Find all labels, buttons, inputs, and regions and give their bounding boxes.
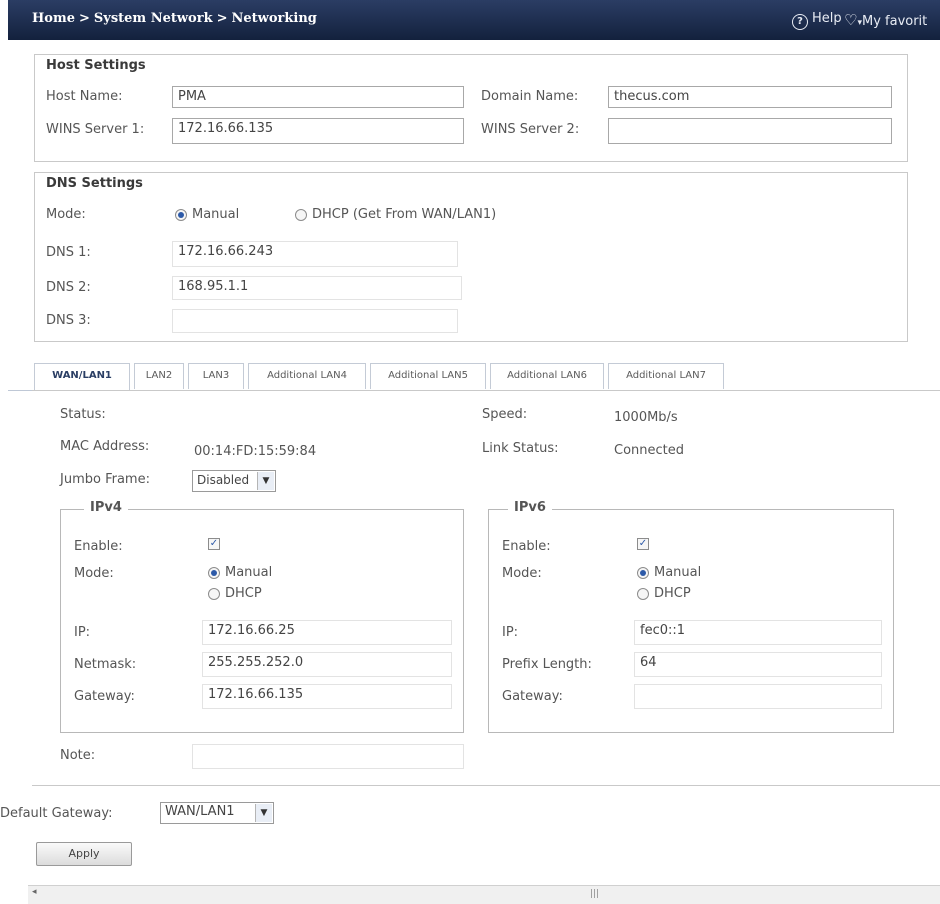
ipv6-mode-dhcp-radio[interactable]: [637, 588, 649, 600]
ipv4-netmask-label: Netmask:: [74, 657, 137, 672]
ipv4-mode-dhcp-radio[interactable]: [208, 588, 220, 600]
host-settings-panel: [34, 54, 908, 162]
speed-label: Speed:: [482, 407, 528, 422]
link-status-label: Link Status:: [482, 441, 559, 456]
domain-name-input[interactable]: thecus.com: [608, 86, 892, 108]
status-label: Status:: [60, 407, 106, 422]
dns-2-label: DNS 2:: [46, 280, 91, 295]
dns-3-input[interactable]: [172, 309, 458, 333]
scrollbar-grip-icon[interactable]: |||: [590, 889, 599, 899]
ipv4-mode-label: Mode:: [74, 566, 114, 581]
breadcrumb-separator: >: [216, 11, 228, 26]
ipv6-ip-label: IP:: [502, 625, 519, 640]
chevron-down-icon[interactable]: ▼: [257, 472, 274, 490]
ipv6-gateway-input[interactable]: [634, 684, 882, 709]
heart-icon: ♡: [844, 11, 858, 29]
dns-3-label: DNS 3:: [46, 313, 91, 328]
dns-2-input[interactable]: 168.95.1.1: [172, 276, 462, 300]
ipv4-mode-manual-label: Manual: [225, 565, 273, 580]
chevron-down-icon[interactable]: ▼: [255, 804, 272, 822]
jumbo-frame-label: Jumbo Frame:: [60, 472, 150, 487]
ipv6-enable-label: Enable:: [502, 539, 551, 554]
ipv6-gateway-label: Gateway:: [502, 689, 563, 704]
ipv6-ip-input[interactable]: fec0::1: [634, 620, 882, 645]
breadcrumb: Home > System Network > Networking: [32, 11, 317, 26]
tab-additional-lan5[interactable]: Additional LAN5: [370, 363, 486, 389]
default-gateway-label: Default Gateway:: [0, 806, 113, 821]
ipv6-title: IPv6: [508, 500, 552, 515]
default-gateway-select[interactable]: WAN/LAN1 ▼: [160, 802, 274, 824]
dns-1-input[interactable]: 172.16.66.243: [172, 241, 458, 267]
apply-button[interactable]: Apply: [36, 842, 132, 866]
dns-mode-manual-label: Manual: [192, 207, 240, 222]
help-link[interactable]: ? Help: [792, 11, 842, 30]
tab-lan2[interactable]: LAN2: [134, 363, 184, 389]
breadcrumb-separator: >: [78, 11, 90, 26]
note-input[interactable]: [192, 744, 464, 769]
favorite-link[interactable]: ♡▾My favorit: [844, 11, 927, 29]
tab-wan-lan1[interactable]: WAN/LAN1: [34, 363, 130, 390]
wins-server-1-label: WINS Server 1:: [46, 122, 145, 137]
ipv6-prefix-length-input[interactable]: 64: [634, 652, 882, 677]
jumbo-frame-select[interactable]: Disabled ▼: [192, 470, 276, 492]
mac-address-value: 00:14:FD:15:59:84: [194, 444, 317, 459]
tab-additional-lan4[interactable]: Additional LAN4: [248, 363, 366, 389]
ipv4-enable-checkbox[interactable]: ✓: [208, 538, 220, 550]
note-label: Note:: [60, 748, 96, 763]
tab-additional-lan6[interactable]: Additional LAN6: [490, 363, 604, 389]
breadcrumb-home[interactable]: Home: [32, 11, 75, 26]
header-bar: Home > System Network > Networking ? Help ♡▾M…: [8, 0, 940, 40]
host-name-label: Host Name:: [46, 89, 123, 104]
wins-server-2-input[interactable]: [608, 118, 892, 144]
ipv4-gateway-input[interactable]: 172.16.66.135: [202, 684, 452, 709]
ipv4-netmask-input[interactable]: 255.255.252.0: [202, 652, 452, 677]
dns-mode-dhcp-label: DHCP (Get From WAN/LAN1): [312, 207, 497, 222]
help-label: Help: [812, 11, 842, 26]
dns-mode-label: Mode:: [46, 207, 86, 222]
dns-1-label: DNS 1:: [46, 245, 91, 260]
wins-server-1-input[interactable]: 172.16.66.135: [172, 118, 464, 144]
ipv6-prefix-length-label: Prefix Length:: [502, 657, 592, 672]
speed-value: 1000Mb/s: [614, 410, 678, 425]
dns-mode-manual-radio[interactable]: [175, 209, 187, 221]
ipv6-enable-checkbox[interactable]: ✓: [637, 538, 649, 550]
ipv4-ip-input[interactable]: 172.16.66.25: [202, 620, 452, 645]
ipv4-enable-label: Enable:: [74, 539, 123, 554]
tab-additional-lan7[interactable]: Additional LAN7: [608, 363, 724, 389]
scroll-left-arrow-icon[interactable]: ◂: [32, 887, 37, 897]
horizontal-scrollbar[interactable]: [28, 885, 940, 904]
ipv6-mode-dhcp-label: DHCP: [654, 586, 691, 601]
breadcrumb-system-network[interactable]: System Network: [94, 11, 213, 26]
ipv6-mode-manual-label: Manual: [654, 565, 702, 580]
ipv4-title: IPv4: [84, 500, 128, 515]
dns-settings-panel: [34, 172, 908, 342]
jumbo-frame-value: Disabled: [197, 473, 250, 487]
wins-server-2-label: WINS Server 2:: [481, 122, 580, 137]
mac-address-label: MAC Address:: [60, 439, 150, 454]
ipv4-gateway-label: Gateway:: [74, 689, 135, 704]
host-settings-title: Host Settings: [46, 58, 146, 73]
help-icon: ?: [792, 14, 808, 30]
ipv6-mode-manual-radio[interactable]: [637, 567, 649, 579]
favorite-label: My favorit: [861, 14, 928, 29]
host-name-input[interactable]: PMA: [172, 86, 464, 108]
tab-lan3[interactable]: LAN3: [188, 363, 244, 389]
ipv4-ip-label: IP:: [74, 625, 91, 640]
default-gateway-value: WAN/LAN1: [165, 804, 235, 819]
link-status-value: Connected: [614, 443, 685, 458]
breadcrumb-networking: Networking: [231, 11, 317, 26]
dns-mode-dhcp-radio[interactable]: [295, 209, 307, 221]
ipv4-mode-dhcp-label: DHCP: [225, 586, 262, 601]
ipv4-mode-manual-radio[interactable]: [208, 567, 220, 579]
domain-name-label: Domain Name:: [481, 89, 579, 104]
dns-settings-title: DNS Settings: [46, 176, 143, 191]
ipv6-mode-label: Mode:: [502, 566, 542, 581]
